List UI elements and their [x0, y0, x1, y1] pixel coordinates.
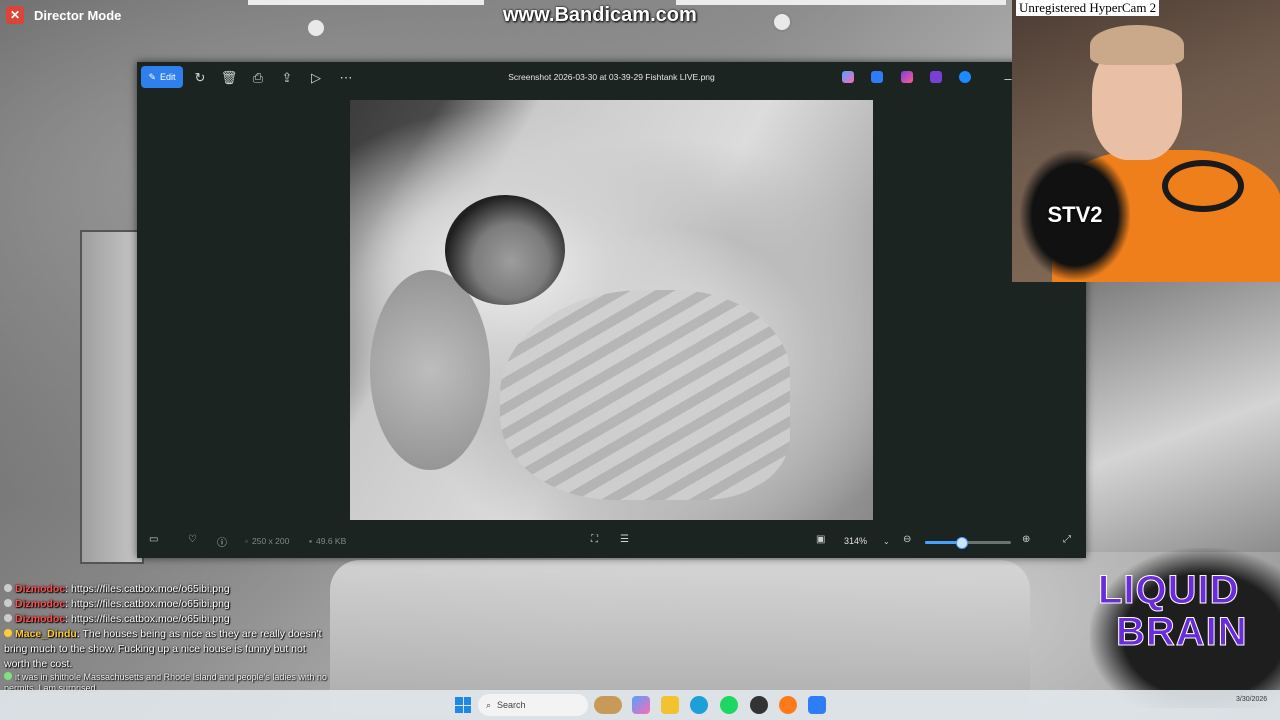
search-placeholder: Search	[497, 700, 526, 710]
file-size-icon: ▪	[309, 536, 313, 546]
logo-text-liquid: LIQUID	[1098, 568, 1240, 613]
favorite-icon[interactable]: ♡	[188, 534, 197, 545]
window-edge	[248, 0, 484, 5]
fullscreen-icon[interactable]: ⤢	[1063, 534, 1071, 545]
edit-button[interactable]: ✎ Edit	[141, 66, 183, 88]
zoom-slider-thumb[interactable]	[956, 537, 969, 549]
close-icon[interactable]: ✕	[6, 6, 24, 24]
photo-plush-toy	[370, 270, 490, 470]
firefox-icon[interactable]	[779, 696, 797, 714]
webcam-feed: STV2 Unregistered HyperCam 2	[1012, 0, 1280, 282]
chat-text: https://files.catbox.moe/o65ibi.png	[71, 598, 230, 610]
background-door	[80, 230, 144, 564]
stv2-badge: STV2	[1020, 150, 1130, 280]
search-icon: ⌕	[486, 699, 492, 710]
crop-icon[interactable]: ⛶	[591, 534, 598, 545]
chat-text: https://files.catbox.moe/o65ibi.png	[71, 583, 230, 595]
ceiling-light	[306, 18, 326, 38]
zoom-slider[interactable]	[925, 537, 1011, 549]
widget-icon[interactable]	[594, 696, 622, 714]
chat-username: Dizmodoc	[15, 613, 66, 625]
copilot-taskbar-icon[interactable]	[632, 696, 650, 714]
rotate-icon[interactable]: ↻	[189, 68, 211, 88]
chevron-down-icon: ⌄	[883, 536, 890, 546]
user-badge-icon	[4, 599, 12, 607]
info-icon[interactable]: ⓘ	[217, 534, 227, 549]
windows-start-icon[interactable]	[455, 697, 471, 713]
pencil-icon: ✎	[148, 71, 157, 82]
chat-message: Dizmodoc: https://files.catbox.moe/o65ib…	[4, 597, 334, 612]
liquid-brain-logo: LIQUID BRAIN	[1090, 548, 1280, 708]
photo-viewer-window: ✎ Edit ↻ 🗑 ⎙ ⇪ ▷ ⋯ Screenshot 2026-03-30…	[137, 62, 1086, 558]
logo-text-brain: BRAIN	[1116, 610, 1248, 655]
zoom-value: 314%	[844, 536, 868, 546]
slideshow-icon[interactable]: ▷	[305, 68, 327, 88]
designer-icon[interactable]	[871, 71, 883, 83]
onedrive-icon[interactable]	[959, 71, 971, 83]
recording-watermark: www.Bandicam.com	[503, 4, 697, 26]
user-badge-icon	[4, 672, 12, 680]
dimensions-icon: ▫	[245, 536, 249, 546]
purple-app-icon[interactable]	[930, 71, 942, 83]
edit-label: Edit	[160, 72, 176, 82]
displayed-photo	[350, 100, 873, 520]
file-size-value: 49.6 KB	[316, 536, 347, 546]
photo-person-head	[445, 195, 565, 305]
director-mode-label: Director Mode	[34, 7, 122, 23]
chat-message: Dizmodoc: https://files.catbox.moe/o65ib…	[4, 582, 334, 597]
copilot-icon[interactable]	[842, 71, 854, 83]
delete-icon[interactable]: 🗑	[218, 68, 240, 88]
chat-username: Dizmodoc	[15, 583, 66, 595]
user-badge-icon	[4, 614, 12, 622]
user-badge-icon	[4, 629, 12, 637]
webcam-label: Unregistered HyperCam 2	[1016, 0, 1160, 16]
taskbar-search[interactable]: ⌕ Search	[478, 694, 588, 716]
zoom-in-icon[interactable]: ⊕	[1022, 534, 1030, 545]
user-badge-icon	[4, 584, 12, 592]
spotify-icon[interactable]	[720, 696, 738, 714]
chat-message: Dizmodoc: https://files.catbox.moe/o65ib…	[4, 612, 334, 627]
taskbar: ⌕ Search 3/30/2026	[0, 690, 1280, 720]
clipchamp-icon[interactable]	[901, 71, 913, 83]
window-edge	[676, 0, 1006, 5]
edge-icon[interactable]	[690, 696, 708, 714]
zoom-dropdown[interactable]: 314% ⌄	[844, 536, 890, 546]
chat-message: Mace_Dindu: The houses being as nice as …	[4, 628, 322, 670]
file-explorer-icon[interactable]	[661, 696, 679, 714]
file-size: ▪ 49.6 KB	[309, 536, 346, 546]
ceiling-light	[772, 12, 792, 32]
webcam-hair	[1090, 25, 1184, 65]
chat-text: https://files.catbox.moe/o65ibi.png	[71, 613, 230, 625]
filmstrip-icon[interactable]: ▭	[149, 534, 158, 545]
system-clock[interactable]: 3/30/2026	[1236, 695, 1267, 705]
fit-to-window-icon[interactable]: ▣	[816, 534, 825, 545]
file-name: Screenshot 2026-03-30 at 03-39-29 Fishta…	[508, 72, 715, 82]
dimensions-value: 250 x 200	[252, 536, 290, 546]
viewer-bottombar: ▭ ♡ ⓘ ▫ 250 x 200 ▪ 49.6 KB ⛶ ☰ ▣ 314% ⌄…	[137, 530, 1086, 554]
more-options-icon[interactable]: ⋯	[335, 68, 357, 88]
adjust-icon[interactable]: ☰	[620, 534, 629, 545]
chat-username: Mace_Dindu	[15, 628, 77, 640]
photo-blanket	[500, 290, 790, 500]
chat-overlay: Dizmodoc: https://files.catbox.moe/o65ib…	[4, 582, 334, 694]
obs-icon[interactable]	[750, 696, 768, 714]
viewer-titlebar: ✎ Edit ↻ 🗑 ⎙ ⇪ ▷ ⋯ Screenshot 2026-03-30…	[137, 62, 1086, 94]
zoom-out-icon[interactable]: ⊖	[903, 534, 911, 545]
image-dimensions: ▫ 250 x 200	[245, 536, 289, 546]
director-mode: ✕ Director Mode	[6, 6, 121, 24]
share-icon[interactable]: ⇪	[276, 68, 298, 88]
print-icon[interactable]: ⎙	[247, 68, 269, 88]
background-room	[1086, 282, 1280, 552]
chat-username: Dizmodoc	[15, 598, 66, 610]
headphones	[1162, 160, 1244, 212]
photos-icon[interactable]	[808, 696, 826, 714]
